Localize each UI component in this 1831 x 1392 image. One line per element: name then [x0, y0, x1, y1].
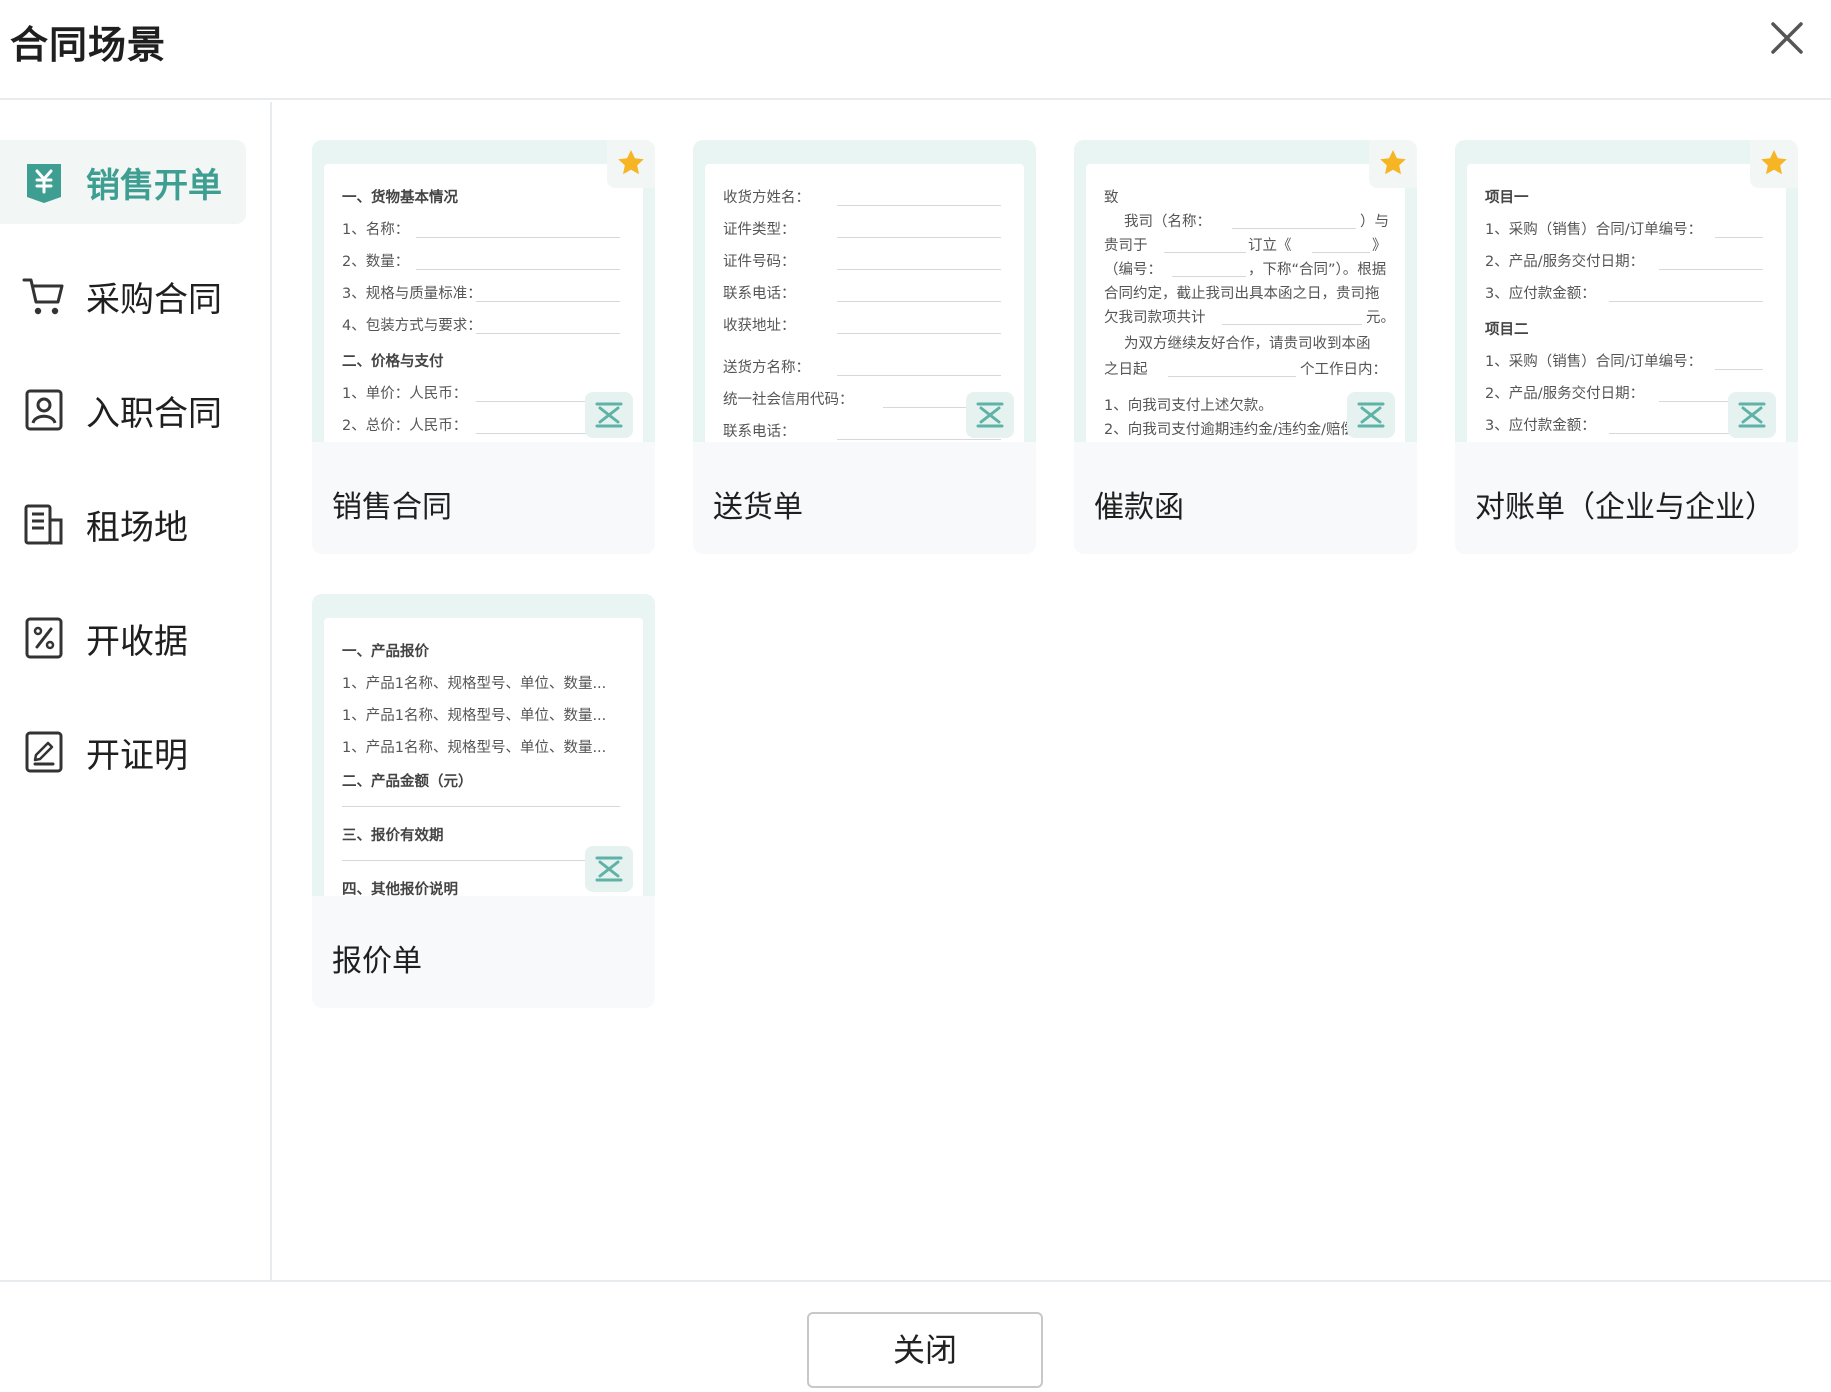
category-sidebar: 销售开单 采购合同 入职合同 租场地 开收据 开证明: [0, 102, 272, 1280]
sidebar-item-label: 采购合同: [86, 280, 222, 320]
sidebar-item-label: 入职合同: [86, 394, 222, 434]
use-template-icon[interactable]: [1728, 392, 1776, 438]
sidebar-item-label: 租场地: [86, 508, 188, 548]
close-icon[interactable]: [1765, 16, 1809, 60]
template-name: 对账单（企业与企业）: [1475, 490, 1775, 525]
sidebar-item-certificate[interactable]: 开证明: [0, 710, 246, 794]
cart-icon: [22, 274, 66, 318]
dialog-footer: 关闭: [0, 1280, 1831, 1392]
receipt-icon: [22, 616, 66, 660]
template-preview: 致 我司（名称： ）与 贵司于 订立《 》 （编号： ，下称“合同”）。根据 合…: [1074, 140, 1417, 442]
dialog-title: 合同场景: [10, 23, 167, 67]
sidebar-item-onboarding[interactable]: 入职合同: [0, 368, 246, 452]
template-name: 销售合同: [332, 490, 452, 525]
sidebar-item-label: 开收据: [86, 622, 188, 662]
template-name: 报价单: [332, 944, 422, 979]
building-icon: [22, 502, 66, 546]
template-preview: 一、货物基本情况 1、名称： 2、数量： 3、规格与质量标准： 4、包装方式与要…: [312, 140, 655, 442]
template-preview: 收货方姓名： 证件类型： 证件号码： 联系电话： 收获地址： 送货方名称： 统一…: [693, 140, 1036, 442]
sidebar-item-label: 开证明: [86, 736, 188, 776]
template-name: 催款函: [1094, 490, 1184, 525]
star-icon[interactable]: [1750, 140, 1798, 188]
yuan-icon: [22, 160, 66, 204]
template-preview: 项目一 1、采购（销售）合同/订单编号： 2、产品/服务交付日期： 3、应付款金…: [1455, 140, 1798, 442]
sidebar-item-label: 销售开单: [86, 166, 222, 206]
certificate-icon: [22, 730, 66, 774]
use-template-icon[interactable]: [966, 392, 1014, 438]
badge-icon: [22, 388, 66, 432]
template-preview: 一、产品报价 1、产品1名称、规格型号、单位、数量... 1、产品1名称、规格型…: [312, 594, 655, 896]
star-icon[interactable]: [1369, 140, 1417, 188]
sidebar-item-rent-venue[interactable]: 租场地: [0, 482, 246, 566]
sidebar-item-receipt[interactable]: 开收据: [0, 596, 246, 680]
template-card-quotation[interactable]: 一、产品报价 1、产品1名称、规格型号、单位、数量... 1、产品1名称、规格型…: [312, 594, 655, 1008]
sidebar-item-purchase[interactable]: 采购合同: [0, 254, 246, 338]
template-card-sales-contract[interactable]: 一、货物基本情况 1、名称： 2、数量： 3、规格与质量标准： 4、包装方式与要…: [312, 140, 655, 554]
use-template-icon[interactable]: [1347, 392, 1395, 438]
template-card-delivery-note[interactable]: 收货方姓名： 证件类型： 证件号码： 联系电话： 收获地址： 送货方名称： 统一…: [693, 140, 1036, 554]
use-template-icon[interactable]: [585, 392, 633, 438]
template-card-statement[interactable]: 项目一 1、采购（销售）合同/订单编号： 2、产品/服务交付日期： 3、应付款金…: [1455, 140, 1798, 554]
dialog-header: 合同场景: [0, 0, 1831, 100]
close-button[interactable]: 关闭: [807, 1312, 1043, 1388]
template-name: 送货单: [713, 490, 803, 525]
template-card-payment-reminder[interactable]: 致 我司（名称： ）与 贵司于 订立《 》 （编号： ，下称“合同”）。根据 合…: [1074, 140, 1417, 554]
use-template-icon[interactable]: [585, 846, 633, 892]
sidebar-item-sales[interactable]: 销售开单: [0, 140, 246, 224]
template-grid: 一、货物基本情况 1、名称： 2、数量： 3、规格与质量标准： 4、包装方式与要…: [274, 102, 1831, 1280]
star-icon[interactable]: [607, 140, 655, 188]
